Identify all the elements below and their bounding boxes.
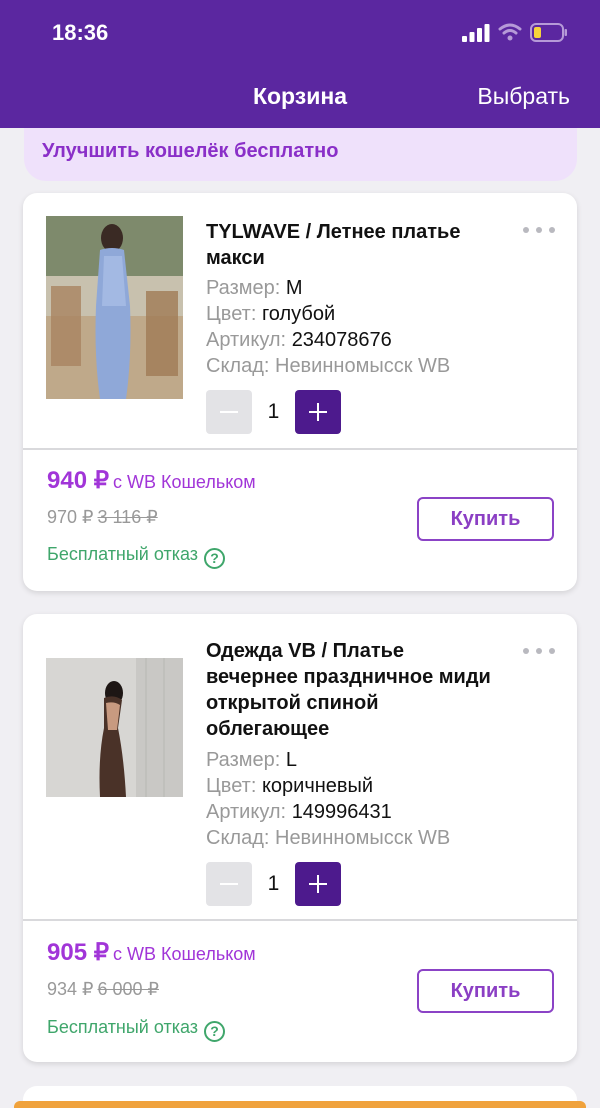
product-name[interactable]: Одежда VB / Платье вечернее праздничное … (206, 638, 496, 742)
article-label: Артикул: (206, 801, 287, 823)
wallet-upgrade-banner[interactable]: Улучшить кошелёк бесплатно (24, 128, 577, 181)
more-options-icon[interactable] (523, 221, 555, 237)
free-return: Бесплатный отказ? (47, 544, 226, 569)
product-image[interactable] (46, 658, 183, 797)
color-row: Цвет: голубой (206, 301, 450, 327)
plus-icon (309, 875, 327, 893)
help-icon[interactable]: ? (204, 1021, 226, 1042)
wallet-price-label: с WB Кошельком (112, 944, 256, 964)
plus-icon (309, 403, 327, 421)
warehouse: Склад: Невинномысск WB (206, 827, 451, 849)
status-time: 18:36 (52, 20, 109, 45)
increase-quantity-button[interactable] (295, 390, 341, 434)
divider (23, 919, 577, 921)
free-return-label: Бесплатный отказ (47, 544, 199, 564)
size-row: Размер: L (206, 747, 450, 773)
more-options-icon[interactable] (523, 642, 555, 658)
quantity-value: 1 (267, 872, 280, 895)
color-value: коричневый (261, 775, 374, 797)
old-prices: 934 ₽6 000 ₽ (47, 979, 159, 1000)
product-name[interactable]: TYLWAVE / Летнее платье макси (206, 219, 496, 271)
cart-item-card: TYLWAVE / Летнее платье макси Размер: M … (23, 193, 577, 591)
buy-button[interactable]: Купить (417, 969, 554, 1013)
crossed-price: 3 116 ₽ (97, 507, 158, 527)
wallet-price-label: с WB Кошельком (112, 472, 256, 492)
old-prices: 970 ₽3 116 ₽ (47, 507, 158, 528)
color-row: Цвет: коричневый (206, 773, 450, 799)
app-header: 18:36 Корзина Выбрать (0, 0, 600, 128)
warehouse: Склад: Невинномысск WB (206, 355, 451, 377)
cellular-signal-icon (462, 24, 490, 42)
article-row: Артикул: 149996431 (206, 799, 450, 825)
color-value: голубой (261, 303, 336, 325)
article-value: 234078676 (291, 329, 392, 351)
wallet-price: 905 ₽ с WB Кошельком (47, 938, 256, 967)
color-label: Цвет: (206, 303, 257, 325)
size-value: M (285, 277, 303, 299)
increase-quantity-button[interactable] (295, 862, 341, 906)
color-label: Цвет: (206, 775, 257, 797)
size-label: Размер: (206, 277, 281, 299)
quantity-value: 1 (267, 400, 280, 423)
price-value: 905 ₽ (47, 939, 109, 966)
divider (23, 448, 577, 450)
product-image[interactable] (46, 216, 183, 399)
wifi-icon (498, 23, 522, 41)
size-row: Размер: M (206, 275, 450, 301)
article-row: Артикул: 234078676 (206, 327, 450, 353)
select-button[interactable]: Выбрать (477, 83, 570, 110)
decrease-quantity-button[interactable] (206, 862, 252, 906)
decrease-quantity-button[interactable] (206, 390, 252, 434)
free-return: Бесплатный отказ? (47, 1017, 226, 1042)
article-label: Артикул: (206, 329, 287, 351)
article-value: 149996431 (291, 801, 392, 823)
buy-button[interactable]: Купить (417, 497, 554, 541)
help-icon[interactable]: ? (204, 548, 226, 569)
minus-icon (220, 883, 238, 885)
minus-icon (220, 411, 238, 413)
regular-price: 934 ₽ (47, 979, 94, 999)
price-value: 940 ₽ (47, 467, 109, 494)
size-label: Размер: (206, 749, 281, 771)
battery-icon (530, 23, 567, 42)
regular-price: 970 ₽ (47, 507, 94, 527)
cart-item-card: Одежда VB / Платье вечернее праздничное … (23, 614, 577, 1062)
product-attributes: Размер: L Цвет: коричневый Артикул: 1499… (206, 747, 450, 851)
wallet-price: 940 ₽ с WB Кошельком (47, 466, 256, 495)
crossed-price: 6 000 ₽ (97, 979, 160, 999)
size-value: L (285, 749, 297, 771)
checkout-bar[interactable] (14, 1101, 586, 1108)
product-attributes: Размер: M Цвет: голубой Артикул: 2340786… (206, 275, 450, 379)
free-return-label: Бесплатный отказ (47, 1017, 199, 1037)
